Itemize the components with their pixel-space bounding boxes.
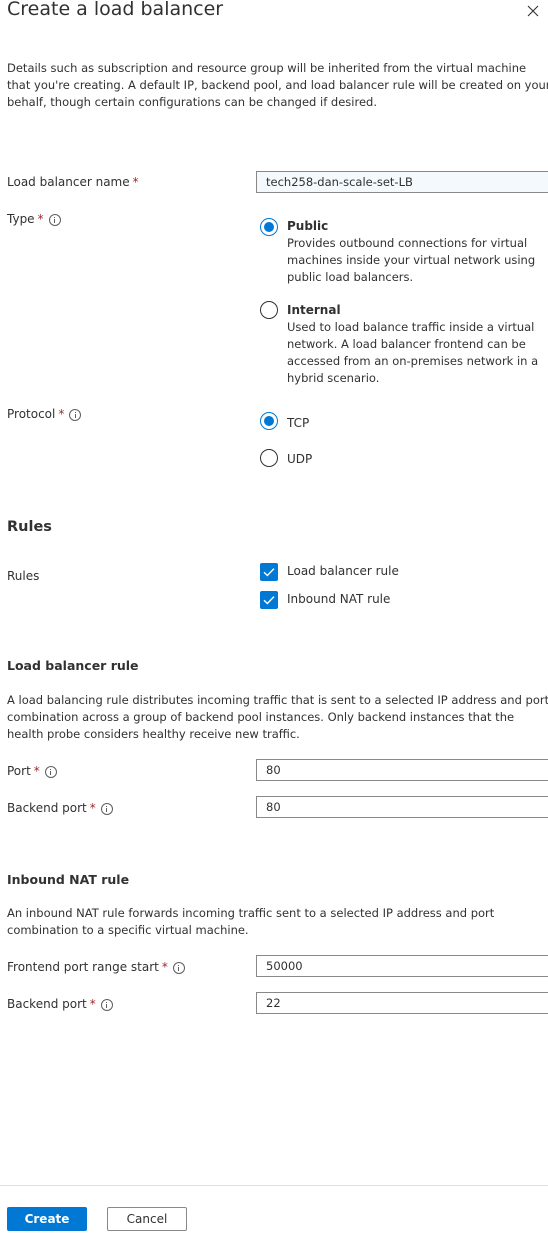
type-label: Type *: [7, 211, 61, 228]
frontend-port-range-start-label: Frontend port range start *: [7, 959, 185, 976]
backend-port-input[interactable]: 80: [256, 796, 548, 818]
type-internal-label[interactable]: Internal: [287, 302, 341, 319]
inbound-nat-rule-label[interactable]: Inbound NAT rule: [287, 591, 390, 608]
protocol-tcp-radio[interactable]: [260, 412, 278, 430]
type-public-description: Provides outbound connections for virtua…: [287, 236, 536, 284]
type-public-label[interactable]: Public: [287, 218, 328, 235]
required-marker: *: [132, 175, 139, 189]
checkmark-icon: [263, 568, 275, 577]
footer-divider: [0, 1185, 548, 1186]
nat-backend-port-label: Backend port *: [7, 996, 113, 1013]
rules-label: Rules: [7, 569, 40, 583]
port-label: Port *: [7, 763, 57, 780]
frontend-port-range-start-input[interactable]: 50000: [256, 955, 548, 977]
protocol-udp-label[interactable]: UDP: [287, 451, 312, 468]
required-marker: *: [161, 960, 168, 974]
port-input[interactable]: 80: [256, 759, 548, 781]
rules-heading: Rules: [7, 519, 52, 535]
create-button[interactable]: Create: [7, 1207, 87, 1231]
required-marker: *: [89, 801, 96, 815]
info-icon[interactable]: [100, 998, 113, 1011]
load-balancer-rule-label[interactable]: Load balancer rule: [287, 563, 399, 580]
nat-backend-port-input[interactable]: 22: [256, 992, 548, 1014]
protocol-tcp-label[interactable]: TCP: [287, 415, 309, 432]
info-icon[interactable]: [172, 961, 185, 974]
load-balancer-name-label: Load balancer name *: [7, 175, 139, 189]
info-icon[interactable]: [100, 802, 113, 815]
protocol-label: Protocol *: [7, 406, 82, 423]
info-icon[interactable]: [69, 408, 82, 421]
protocol-udp-radio[interactable]: [260, 449, 278, 467]
inbound-nat-rule-description: An inbound NAT rule forwards incoming tr…: [7, 906, 495, 937]
type-public-radio[interactable]: [260, 218, 278, 236]
required-marker: *: [33, 764, 40, 778]
required-marker: *: [37, 212, 44, 226]
required-marker: *: [58, 407, 65, 421]
load-balancer-rule-heading: Load balancer rule: [7, 658, 139, 673]
close-icon[interactable]: [525, 3, 541, 19]
info-icon[interactable]: [48, 213, 61, 226]
inbound-nat-rule-heading: Inbound NAT rule: [7, 872, 130, 887]
checkmark-icon: [263, 596, 275, 605]
load-balancer-name-input[interactable]: tech258-dan-scale-set-LB: [256, 171, 548, 193]
inbound-nat-rule-checkbox[interactable]: [260, 591, 278, 609]
load-balancer-rule-description: A load balancing rule distributes incomi…: [7, 693, 548, 741]
load-balancer-rule-checkbox[interactable]: [260, 563, 278, 581]
type-internal-description: Used to load balance traffic inside a vi…: [287, 320, 539, 385]
required-marker: *: [89, 997, 96, 1011]
info-icon[interactable]: [44, 765, 57, 778]
panel-title: Create a load balancer: [7, 0, 224, 20]
backend-port-label: Backend port *: [7, 800, 113, 817]
cancel-button[interactable]: Cancel: [107, 1207, 187, 1231]
type-internal-radio[interactable]: [260, 301, 278, 319]
panel-description: Details such as subscription and resourc…: [7, 61, 548, 109]
